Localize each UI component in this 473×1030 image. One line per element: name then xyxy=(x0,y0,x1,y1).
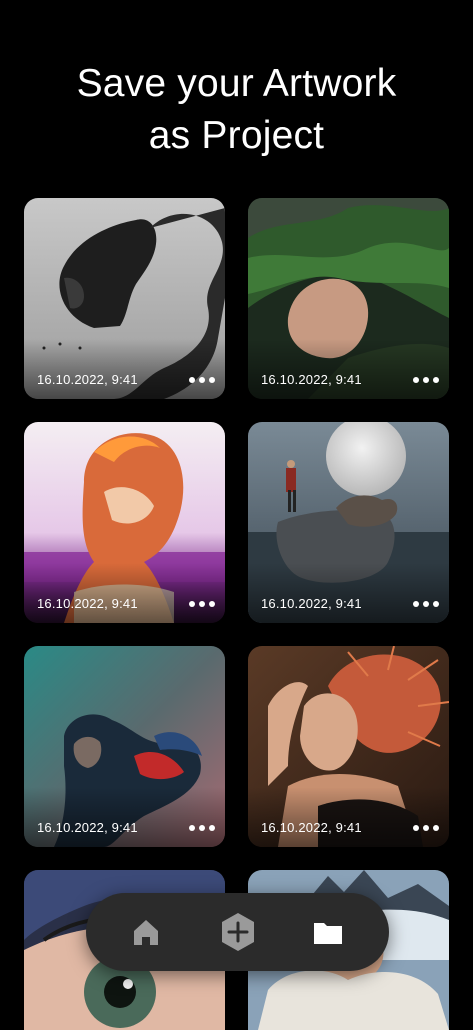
project-card[interactable]: 16.10.2022, 9:41 xyxy=(24,422,225,623)
more-options-icon[interactable] xyxy=(413,597,439,611)
home-tab[interactable] xyxy=(126,912,166,952)
projects-tab[interactable] xyxy=(308,912,348,952)
project-date: 16.10.2022, 9:41 xyxy=(261,596,362,611)
add-hexagon-icon xyxy=(222,913,254,951)
card-shade xyxy=(24,339,225,399)
folder-icon xyxy=(314,923,342,944)
project-card[interactable]: 16.10.2022, 9:41 xyxy=(248,422,449,623)
card-shade xyxy=(248,339,449,399)
project-card[interactable]: 16.10.2022, 9:41 xyxy=(24,646,225,847)
card-shade xyxy=(248,563,449,623)
more-options-icon[interactable] xyxy=(189,597,215,611)
project-date: 16.10.2022, 9:41 xyxy=(37,372,138,387)
bottom-tab-bar xyxy=(86,893,389,971)
project-date: 16.10.2022, 9:41 xyxy=(37,596,138,611)
more-options-icon[interactable] xyxy=(413,373,439,387)
project-card[interactable]: 16.10.2022, 9:41 xyxy=(248,198,449,399)
home-icon xyxy=(134,920,158,945)
more-options-icon[interactable] xyxy=(189,821,215,835)
project-date: 16.10.2022, 9:41 xyxy=(37,820,138,835)
more-options-icon[interactable] xyxy=(189,373,215,387)
more-options-icon[interactable] xyxy=(413,821,439,835)
card-shade xyxy=(24,787,225,847)
page-title-line-1: Save your Artwork xyxy=(76,62,397,105)
card-shade xyxy=(248,787,449,847)
page-title-line-2: as Project xyxy=(148,114,325,157)
add-tab[interactable] xyxy=(216,910,260,954)
project-card[interactable]: 16.10.2022, 9:41 xyxy=(248,646,449,847)
project-date: 16.10.2022, 9:41 xyxy=(261,820,362,835)
project-card[interactable]: 16.10.2022, 9:41 xyxy=(24,198,225,399)
page-title: Save your Artwork as Project xyxy=(0,58,473,162)
project-date: 16.10.2022, 9:41 xyxy=(261,372,362,387)
card-shade xyxy=(24,563,225,623)
